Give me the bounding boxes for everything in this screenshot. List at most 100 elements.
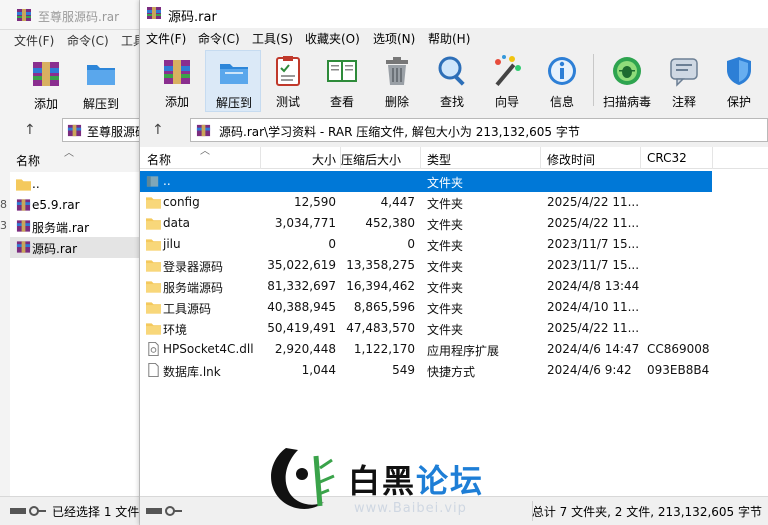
add-button[interactable]: 添加 (149, 50, 205, 112)
column-divider[interactable] (260, 147, 261, 169)
back-status-bar: 已经选择 1 文件 (0, 496, 139, 525)
watermark-title: 白黑论坛 (348, 456, 484, 502)
column-divider[interactable] (712, 147, 713, 169)
back-address-field[interactable]: 至尊服源码 (62, 118, 139, 142)
extract-to-button[interactable]: 解压到 (205, 50, 261, 112)
list-item[interactable]: e5.9.rar (10, 195, 139, 216)
cell-packed: 8,865,596 (353, 300, 415, 314)
table-row[interactable]: data 3,034,771 452,380 文件夹 2025/4/22 11... (140, 213, 768, 234)
column-type[interactable]: 类型 (427, 151, 451, 168)
cell-size: 50,419,491 (267, 321, 336, 335)
dll-file-icon (148, 342, 159, 356)
table-row[interactable]: jilu 0 0 文件夹 2023/11/7 15... (140, 234, 768, 255)
table-row[interactable]: 环境 50,419,491 47,483,570 文件夹 2025/4/22 11... (140, 318, 768, 339)
cell-size: 1,044 (301, 363, 336, 377)
cell-name: HPSocket4C.dll (163, 342, 254, 356)
main-window-title: 源码.rar (168, 10, 217, 25)
left-edge-number: 8 (0, 198, 7, 211)
wizard-button[interactable]: 向导 (479, 50, 535, 112)
drive-key-icon (146, 506, 182, 516)
table-row[interactable]: HPSocket4C.dll 2,920,448 1,122,170 应用程序扩展 20… (140, 339, 768, 360)
add-archive-icon (164, 60, 190, 84)
test-clipboard-icon (276, 56, 300, 86)
main-title-bar[interactable]: 源码.rar (140, 0, 768, 28)
column-divider[interactable] (540, 147, 541, 169)
back-menu-file[interactable]: 文件(F) (14, 32, 54, 49)
table-row[interactable]: 服务端源码 81,332,697 16,394,462 文件夹 2024/4/8 13:… (140, 276, 768, 297)
back-add-button[interactable]: 添加 (18, 52, 74, 114)
list-item[interactable]: 源码.rar (10, 237, 139, 258)
add-archive-icon (33, 62, 59, 86)
scan-virus-button[interactable]: 扫描病毒 (599, 50, 655, 112)
test-button[interactable]: 测试 (260, 50, 316, 112)
column-size[interactable]: 大小 (312, 151, 336, 168)
cell-crc32: CC869008 (647, 342, 710, 356)
rar-file-icon (16, 241, 31, 253)
left-edge-number: 3 (0, 219, 7, 232)
menu-command[interactable]: 命令(C) (198, 30, 240, 47)
back-list-header: 名称 ︿ (10, 148, 130, 172)
toolbar-separator (593, 54, 594, 106)
cell-modified: 2024/4/8 13:44 (547, 279, 640, 293)
address-field[interactable]: 源码.rar\学习资料 - RAR 压缩文件, 解包大小为 213,132,60… (190, 118, 768, 142)
back-title-bar[interactable]: 至尊服源码.rar (0, 0, 139, 30)
info-button[interactable]: 信息 (534, 50, 590, 112)
extract-folder-icon (220, 64, 248, 84)
column-divider[interactable] (420, 147, 421, 169)
main-address-bar: ↑ 源码.rar\学习资料 - RAR 压缩文件, 解包大小为 213,132,… (140, 116, 768, 144)
cell-packed: 13,358,275 (346, 258, 415, 272)
column-divider[interactable] (640, 147, 641, 169)
find-button[interactable]: 查找 (424, 50, 480, 112)
column-crc32[interactable]: CRC32 (647, 151, 687, 165)
virus-scan-icon (613, 57, 641, 85)
list-item[interactable]: .. (10, 174, 139, 195)
up-arrow-icon[interactable]: ↑ (152, 122, 164, 138)
column-packed[interactable]: 压缩后大小 (341, 151, 401, 168)
drive-key-icon (10, 506, 46, 516)
back-extract-button[interactable]: 解压到 (73, 52, 129, 114)
file-icon (148, 363, 159, 377)
cell-packed: 4,447 (380, 195, 415, 209)
cell-size: 40,388,945 (267, 300, 336, 314)
cell-type: 文件夹 (427, 323, 464, 337)
cell-name: .. (163, 174, 171, 188)
column-modified[interactable]: 修改时间 (547, 151, 595, 168)
winrar-app-icon (17, 9, 31, 21)
cell-name: 数据库.lnk (163, 365, 221, 379)
protect-button[interactable]: 保护 (711, 50, 767, 112)
back-column-name[interactable]: 名称 (16, 152, 40, 169)
back-toolbar: 添加 解压到 (0, 50, 139, 114)
cell-size: 0 (328, 237, 336, 251)
menu-file[interactable]: 文件(F) (146, 30, 186, 47)
table-row[interactable]: .. 文件夹 (140, 171, 712, 192)
view-button[interactable]: 查看 (314, 50, 370, 112)
table-row[interactable]: 工具源码 40,388,945 8,865,596 文件夹 2024/4/10 11..… (140, 297, 768, 318)
rar-file-icon (16, 220, 31, 232)
back-menu-tools[interactable]: 工具 (121, 32, 139, 49)
archive-icon (196, 124, 211, 137)
cell-modified: 2025/4/22 11... (547, 195, 640, 209)
cell-type: 文件夹 (427, 197, 464, 211)
cell-size: 2,920,448 (274, 342, 336, 356)
cell-modified: 2024/4/6 9:42 (547, 363, 632, 377)
comment-button[interactable]: 注释 (656, 50, 712, 112)
back-up-arrow-icon[interactable]: ↑ (24, 122, 36, 138)
menu-options[interactable]: 选项(N) (373, 30, 415, 47)
table-row[interactable]: 数据库.lnk 1,044 549 快捷方式 2024/4/6 9:42 093EB8B4 (140, 360, 768, 381)
back-menu-command[interactable]: 命令(C) (67, 32, 109, 49)
menu-tools[interactable]: 工具(S) (252, 30, 293, 47)
table-row[interactable]: config 12,590 4,447 文件夹 2025/4/22 11... (140, 192, 768, 213)
menu-help[interactable]: 帮助(H) (428, 30, 470, 47)
table-row[interactable]: 登录器源码 35,022,619 13,358,275 文件夹 2023/11/7 15… (140, 255, 768, 276)
delete-button[interactable]: 删除 (369, 50, 425, 112)
cell-type: 快捷方式 (427, 365, 476, 379)
list-item[interactable]: 服务端.rar (10, 216, 139, 237)
column-name[interactable]: 名称 (147, 151, 171, 168)
status-summary: 总计 7 文件夹, 2 文件, 213,132,605 字节 (531, 505, 762, 519)
cell-type: 文件夹 (427, 176, 464, 190)
cell-name: 环境 (163, 323, 188, 337)
back-menu-bar: 文件(F) 命令(C) 工具 (0, 32, 139, 50)
main-menu-bar: 文件(F) 命令(C) 工具(S) 收藏夹(O) 选项(N) 帮助(H) (140, 28, 768, 48)
archive-icon (67, 124, 82, 137)
menu-favorites[interactable]: 收藏夹(O) (305, 30, 360, 47)
